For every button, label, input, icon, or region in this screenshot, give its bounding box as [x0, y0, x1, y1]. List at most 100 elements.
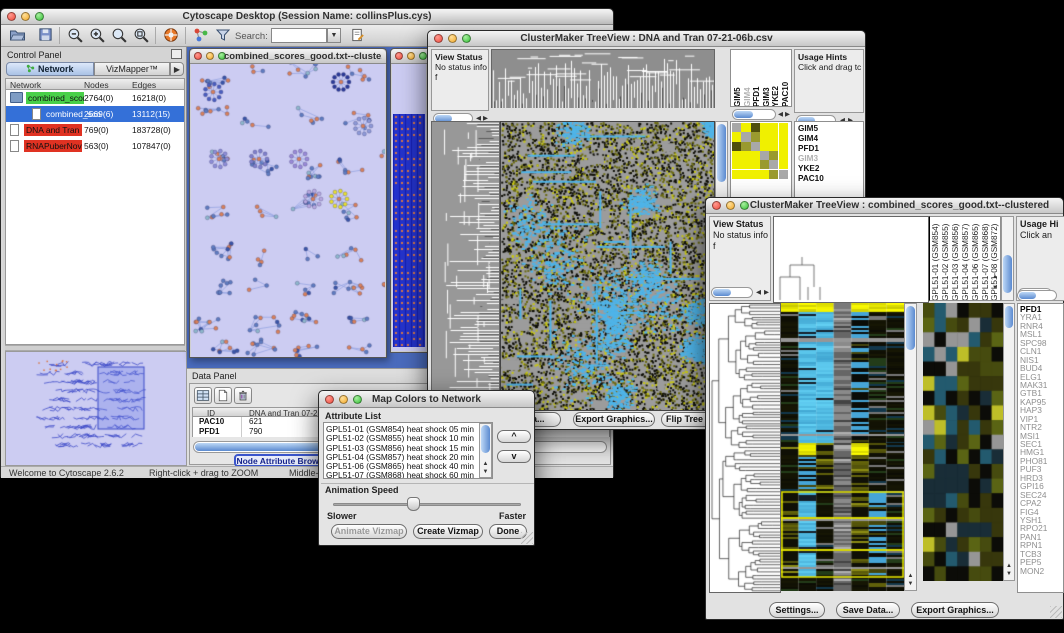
- mini-heatmap-cell[interactable]: [760, 160, 769, 169]
- mini-heatmap-cell[interactable]: [760, 132, 769, 141]
- gene-label-GIM5[interactable]: GIM5: [798, 124, 863, 134]
- mini-heatmap-cell[interactable]: [732, 123, 741, 132]
- scroll-up-icon[interactable]: ▲: [1004, 562, 1014, 570]
- array-labels-vscroll-thumb[interactable]: [1003, 255, 1012, 293]
- resize-grip[interactable]: [521, 532, 533, 544]
- network-window-titlebar[interactable]: combined_scores_good.txt--cluste...: [190, 49, 386, 64]
- speed-slider-thumb[interactable]: [407, 497, 420, 511]
- gene-label-YKE2[interactable]: YKE2: [798, 164, 863, 174]
- mini-heatmap-cell[interactable]: [769, 132, 778, 141]
- zoom-in-button[interactable]: [87, 27, 107, 45]
- vizmapper-button[interactable]: [191, 27, 211, 45]
- network-2-close-button[interactable]: [395, 52, 403, 60]
- gene-label-GIM4[interactable]: GIM4: [798, 134, 863, 144]
- zoom-heatmap-canvas[interactable]: [923, 303, 1003, 581]
- mini-heatmap-cell[interactable]: [769, 160, 778, 169]
- network-name[interactable]: RNAPuberNov2+: [24, 140, 82, 152]
- filter-button[interactable]: [213, 27, 233, 45]
- array-label-GPL51-04 (GSM857)[interactable]: GPL51-04 (GSM857): [962, 219, 970, 301]
- attribute-list-vscrollbar[interactable]: ▲ ▼: [479, 423, 492, 478]
- array-label-GPL51-02 (GSM855)[interactable]: GPL51-02 (GSM855): [942, 219, 950, 301]
- mini-heatmap-cell[interactable]: [741, 160, 750, 169]
- mini-heatmap-cell[interactable]: [732, 132, 741, 141]
- mini-heatmap-cell[interactable]: [779, 170, 788, 179]
- mini-heatmap-cell[interactable]: [760, 170, 769, 179]
- scroll-up-icon[interactable]: ▲: [480, 460, 491, 468]
- column-label-YKE2[interactable]: YKE2: [772, 53, 780, 107]
- tab-vizmapper[interactable]: VizMapper™: [94, 62, 170, 76]
- network-window-2-titlebar[interactable]: [391, 49, 427, 64]
- mini-heatmap-cell[interactable]: [751, 151, 760, 160]
- gene-label-PAC10[interactable]: PAC10: [798, 174, 863, 184]
- treeview-dna-titlebar[interactable]: ClusterMaker TreeView : DNA and Tran 07-…: [428, 31, 865, 47]
- gene-list-hscroll-thumb[interactable]: [1019, 292, 1036, 299]
- mini-heatmap-cell[interactable]: [741, 142, 750, 151]
- zoom-out-button[interactable]: [65, 27, 85, 45]
- dense-cluster-canvas[interactable]: [393, 114, 425, 347]
- column-label-GIM5[interactable]: GIM5: [734, 53, 742, 107]
- resize-grip[interactable]: [1050, 606, 1062, 618]
- scroll-down-icon[interactable]: ▼: [1004, 570, 1014, 578]
- mini-heatmap-cell[interactable]: [741, 170, 750, 179]
- mini-heatmap-cell[interactable]: [741, 132, 750, 141]
- network-name[interactable]: combined_scores: [26, 92, 84, 104]
- expression-heatmap-canvas[interactable]: [781, 303, 904, 591]
- tab-network[interactable]: Network: [6, 62, 94, 76]
- gene-label-GIM3[interactable]: GIM3: [798, 154, 863, 164]
- mini-heatmap-cell[interactable]: [732, 160, 741, 169]
- zoom-selected-button[interactable]: [109, 27, 129, 45]
- mini-heatmap-cell[interactable]: [779, 160, 788, 169]
- animate-vizmap-button[interactable]: Animate Vizmap: [331, 524, 407, 539]
- tab-overflow-button[interactable]: ▶: [170, 62, 184, 76]
- mini-heatmap-cell[interactable]: [751, 160, 760, 169]
- delete-attribute-button[interactable]: [234, 387, 252, 404]
- zoom-fit-button[interactable]: [131, 27, 151, 45]
- array-label-GPL51-01 (GSM854)[interactable]: GPL51-01 (GSM854): [932, 219, 940, 301]
- column-label-GIM3[interactable]: GIM3: [763, 53, 771, 107]
- network-2-minimize-button[interactable]: [407, 52, 415, 60]
- scroll-up-icon[interactable]: ▲: [905, 572, 916, 580]
- mini-heatmap-cell[interactable]: [769, 170, 778, 179]
- scroll-down-icon[interactable]: ▼: [905, 580, 916, 588]
- treeview-combined-close-button[interactable]: [712, 201, 721, 210]
- speed-slider-track[interactable]: [333, 503, 521, 506]
- column-label-PFD1[interactable]: PFD1: [753, 53, 761, 107]
- mini-heatmap-cell[interactable]: [732, 151, 741, 160]
- mini-heatmap-cell[interactable]: [769, 151, 778, 160]
- attribute-list[interactable]: GPL51-01 (GSM854) heat shock 05 minGPL51…: [323, 422, 493, 479]
- save-session-button[interactable]: [35, 27, 55, 45]
- dialog-titlebar[interactable]: Map Colors to Network: [319, 391, 534, 408]
- column-label-GIM4[interactable]: GIM4: [744, 53, 752, 107]
- zoom-heatmap-vscrollbar[interactable]: ▲ ▼: [1003, 303, 1015, 581]
- scroll-left-icon[interactable]: ◀: [756, 287, 761, 298]
- column-dendrogram-canvas[interactable]: [773, 216, 929, 303]
- matrix-hscrollbar[interactable]: [732, 109, 776, 120]
- attribute-select-button[interactable]: [194, 387, 212, 404]
- help-button[interactable]: [161, 27, 181, 45]
- network-close-button[interactable]: [194, 52, 202, 60]
- array-label-GPL51-06 (GSM865)[interactable]: GPL51-06 (GSM865): [972, 219, 980, 301]
- heatmap-vscroll-thumb[interactable]: [906, 306, 915, 350]
- gene-label-MON2[interactable]: MON2: [1020, 567, 1063, 575]
- search-input[interactable]: [271, 28, 327, 43]
- col-nodes[interactable]: Nodes: [84, 80, 109, 90]
- mini-heatmap-cell[interactable]: [760, 151, 769, 160]
- create-vizmap-button[interactable]: Create Vizmap: [413, 524, 483, 539]
- network-list-empty-area[interactable]: [5, 154, 185, 345]
- scroll-right-icon[interactable]: ▶: [764, 287, 769, 298]
- col-network[interactable]: Network: [10, 80, 41, 90]
- settings-button[interactable]: Settings...: [769, 602, 825, 618]
- mini-heatmap-cell[interactable]: [732, 142, 741, 151]
- array-label-GPL51-03 (GSM856)[interactable]: GPL51-03 (GSM856): [952, 219, 960, 301]
- matrix-hscroll-thumb[interactable]: [734, 111, 753, 118]
- col-edges[interactable]: Edges: [132, 80, 156, 90]
- network-row-combined_sco[interactable]: combined_sco2569(6)13112(15): [6, 106, 184, 122]
- network-minimize-button[interactable]: [206, 52, 214, 60]
- open-session-button[interactable]: [7, 27, 27, 45]
- attribute-item[interactable]: GPL51-07 (GSM868) heat shock 60 min: [324, 471, 492, 479]
- network-row-combined_scores[interactable]: combined_scores2764(0)16218(0): [6, 90, 184, 106]
- treeview-combined-minimize-button[interactable]: [726, 201, 735, 210]
- mini-heatmap-cell[interactable]: [769, 142, 778, 151]
- network-view-canvas[interactable]: [191, 64, 385, 357]
- main-titlebar[interactable]: Cytoscape Desktop (Session Name: collins…: [1, 9, 613, 25]
